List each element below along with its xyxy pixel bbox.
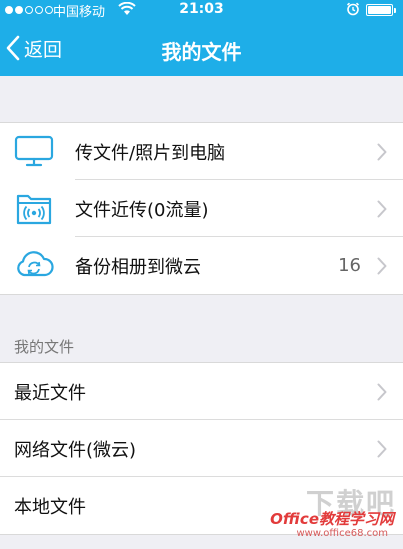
watermark-brand: Office教程学习网 xyxy=(270,510,394,528)
cloud-sync-icon xyxy=(17,251,54,277)
list-item-recent-files[interactable]: 最近文件 xyxy=(0,363,403,420)
navigation-bar: 返回 我的文件 xyxy=(0,20,403,76)
page-title: 我的文件 xyxy=(161,40,242,64)
nearby-transfer-icon xyxy=(16,194,52,225)
row-label: 本地文件 xyxy=(14,496,86,518)
list-item-backup-album[interactable]: 备份相册到微云 16 xyxy=(0,237,403,294)
list-item-nearby-transfer[interactable]: 文件近传(0流量) xyxy=(0,180,403,237)
chevron-right-icon xyxy=(377,200,387,218)
status-bar: 中国移动 21:03 xyxy=(0,0,403,20)
row-label: 传文件/照片到电脑 xyxy=(75,142,226,164)
battery-level xyxy=(368,6,391,14)
transfer-options-list: 传文件/照片到电脑 文件近传(0流量) 备份相册到微云 16 xyxy=(0,122,403,295)
row-label: 网络文件(微云) xyxy=(14,439,137,461)
watermark: 下载吧 Office教程学习网 www.office68.com xyxy=(262,482,402,548)
section-header-my-files: 我的文件 xyxy=(14,338,75,356)
chevron-right-icon xyxy=(377,143,387,161)
battery-icon xyxy=(366,4,396,16)
list-item-network-files[interactable]: 网络文件(微云) xyxy=(0,420,403,477)
row-label: 最近文件 xyxy=(14,382,86,404)
chevron-right-icon xyxy=(377,257,387,275)
status-time: 21:03 xyxy=(179,1,224,17)
monitor-icon xyxy=(14,135,54,167)
list-item-transfer-to-pc[interactable]: 传文件/照片到电脑 xyxy=(0,123,403,180)
watermark-url: www.office68.com xyxy=(296,528,389,539)
chevron-right-icon xyxy=(377,440,387,458)
chevron-right-icon xyxy=(377,383,387,401)
alarm-icon xyxy=(346,2,360,16)
row-label: 备份相册到微云 xyxy=(75,256,201,278)
backup-count: 16 xyxy=(338,255,361,276)
row-label: 文件近传(0流量) xyxy=(75,199,209,221)
